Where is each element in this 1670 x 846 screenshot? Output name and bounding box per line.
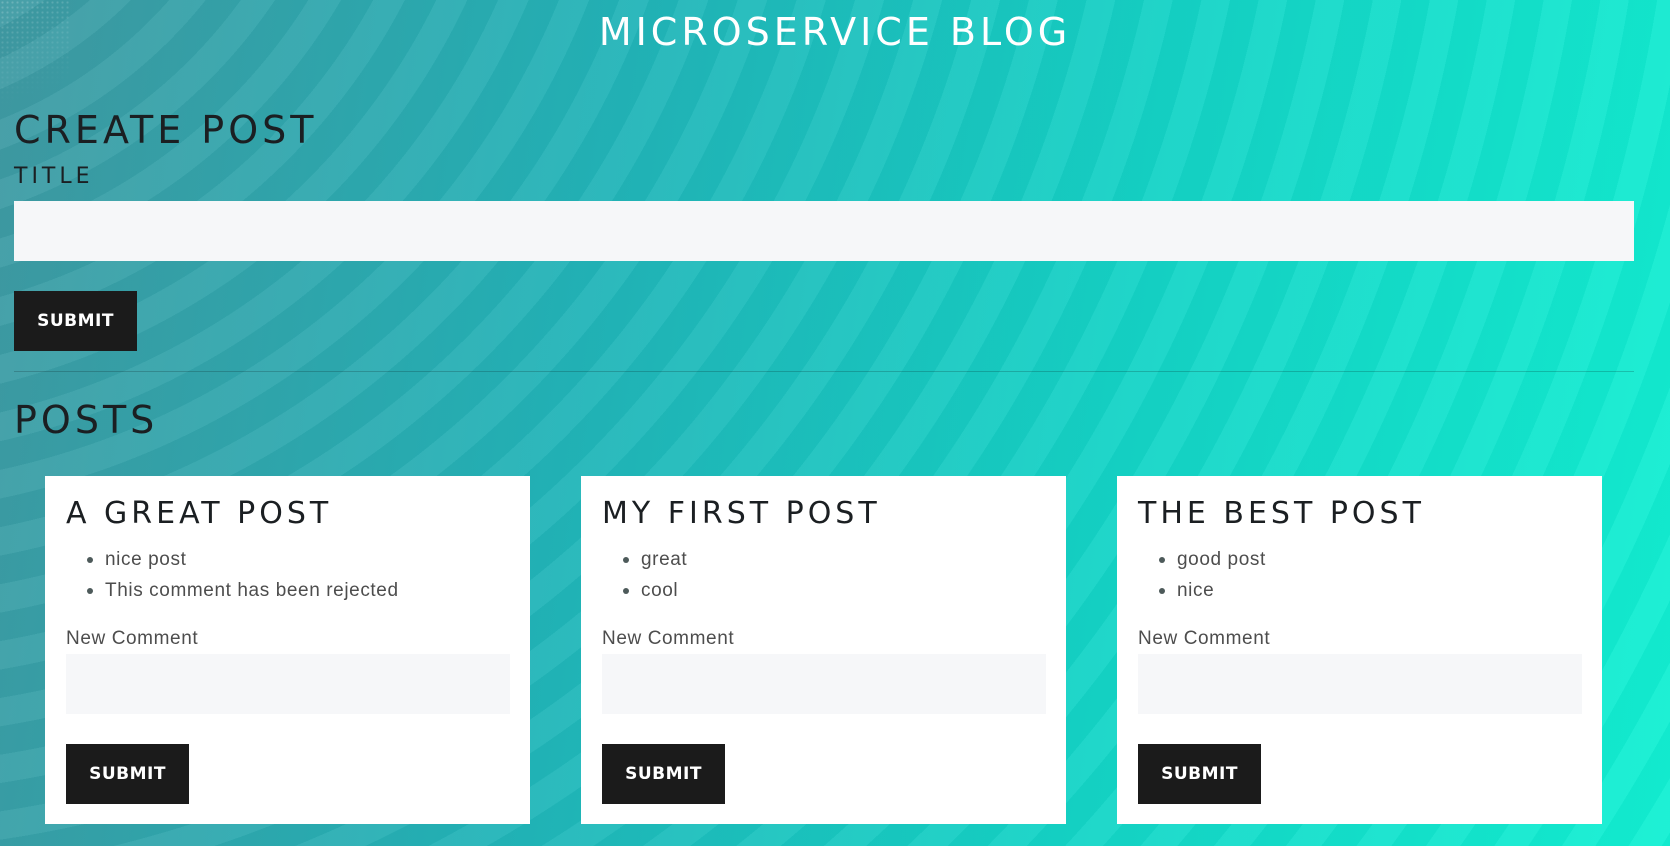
post-title: A GREAT POST — [66, 496, 333, 531]
comment-submit-button[interactable]: SUBMIT — [1138, 744, 1261, 804]
post-card: THE BEST POST good post nice New Comment… — [1117, 476, 1602, 824]
new-comment-input[interactable] — [602, 654, 1046, 714]
comment-item: cool — [623, 575, 687, 606]
new-comment-input[interactable] — [66, 654, 510, 714]
comment-submit-button[interactable]: SUBMIT — [66, 744, 189, 804]
create-post-submit-button[interactable]: SUBMIT — [14, 291, 137, 351]
title-label: TITLE — [14, 164, 94, 189]
comment-item: nice post — [87, 544, 399, 575]
comment-item: good post — [1159, 544, 1266, 575]
post-title: THE BEST POST — [1138, 496, 1425, 531]
post-card: MY FIRST POST great cool New Comment SUB… — [581, 476, 1066, 824]
comment-list: great cool — [623, 544, 687, 606]
new-comment-input[interactable] — [1138, 654, 1582, 714]
comment-submit-button[interactable]: SUBMIT — [602, 744, 725, 804]
posts-heading: POSTS — [14, 398, 159, 442]
post-card: A GREAT POST nice post This comment has … — [45, 476, 530, 824]
comment-list: good post nice — [1159, 544, 1266, 606]
comment-list: nice post This comment has been rejected — [87, 544, 399, 606]
site-title: MICROSERVICE BLOG — [598, 10, 1072, 54]
new-comment-label: New Comment — [602, 628, 735, 649]
section-divider — [14, 371, 1634, 372]
comment-item: nice — [1159, 575, 1266, 606]
comment-item: This comment has been rejected — [87, 575, 399, 606]
new-comment-label: New Comment — [66, 628, 199, 649]
post-title-input[interactable] — [14, 201, 1634, 261]
post-title: MY FIRST POST — [602, 496, 881, 531]
comment-item: great — [623, 544, 687, 575]
create-post-heading: CREATE POST — [14, 108, 318, 152]
new-comment-label: New Comment — [1138, 628, 1271, 649]
